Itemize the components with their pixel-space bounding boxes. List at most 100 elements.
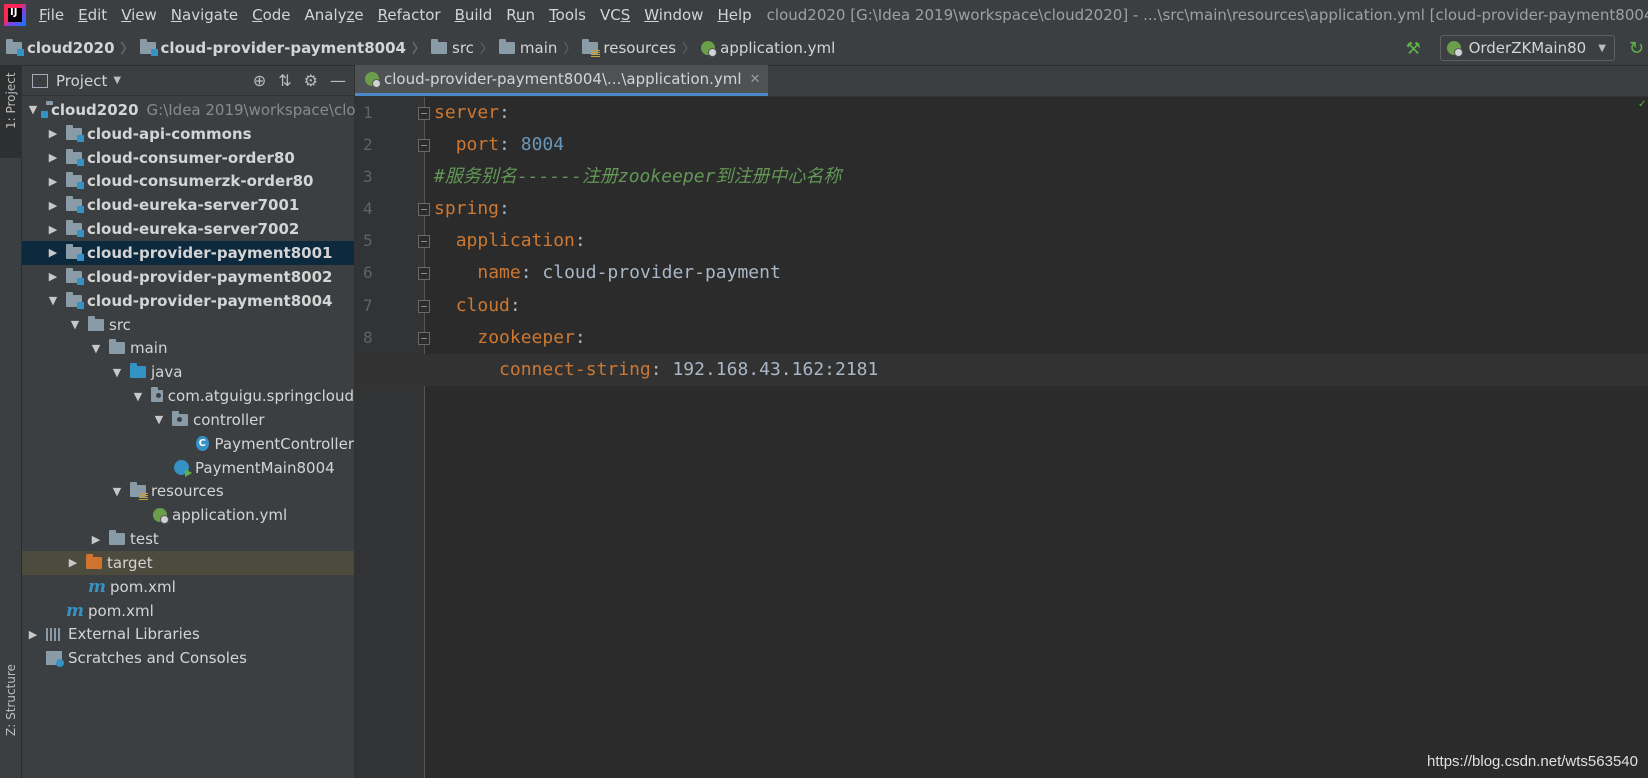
module-folder-icon bbox=[66, 124, 84, 142]
menu-tools[interactable]: Tools bbox=[542, 6, 593, 24]
fold-marker-icon[interactable] bbox=[418, 107, 430, 120]
tool-tab-project[interactable]: 1: Project bbox=[0, 66, 22, 158]
collapsed-arrow-icon[interactable]: ▶ bbox=[46, 127, 60, 140]
expanded-arrow-icon[interactable]: ▼ bbox=[46, 294, 60, 307]
collapsed-arrow-icon[interactable]: ▶ bbox=[46, 151, 60, 164]
collapsed-arrow-icon[interactable]: ▶ bbox=[46, 246, 60, 259]
collapse-all-icon[interactable]: ⇅ bbox=[278, 71, 291, 90]
tree-item-cloud-eureka-server7002[interactable]: ▶ cloud-eureka-server7002 bbox=[22, 217, 354, 241]
maven-icon: m bbox=[66, 600, 84, 621]
breadcrumb: cloud2020 〉 cloud-provider-payment8004 〉 s… bbox=[0, 38, 835, 57]
breadcrumb-item-resources[interactable]: resources 〉 bbox=[576, 38, 695, 57]
run-configuration-dropdown[interactable]: OrderZKMain80 ▼ bbox=[1439, 35, 1615, 61]
collapsed-arrow-icon[interactable]: ▶ bbox=[26, 628, 40, 641]
menu-code[interactable]: Code bbox=[245, 6, 297, 24]
menu-analyze[interactable]: Analyze bbox=[298, 6, 371, 24]
collapsed-arrow-icon[interactable]: ▶ bbox=[46, 175, 60, 188]
tree-item-resources[interactable]: ▼ resources bbox=[22, 480, 354, 504]
expanded-arrow-icon[interactable]: ▼ bbox=[110, 485, 124, 498]
tree-item-package[interactable]: ▼ com.atguigu.springcloud bbox=[22, 384, 354, 408]
project-view-icon bbox=[32, 73, 48, 88]
tree-item-scratches[interactable]: Scratches and Consoles bbox=[22, 646, 354, 670]
tree-item-cloud-api-commons[interactable]: ▶ cloud-api-commons bbox=[22, 122, 354, 146]
tree-item-cloud-eureka-server7001[interactable]: ▶ cloud-eureka-server7001 bbox=[22, 193, 354, 217]
code-line: zookeeper: bbox=[477, 326, 586, 348]
project-view-selector[interactable]: Project bbox=[56, 72, 107, 90]
menu-file[interactable]: File bbox=[32, 6, 71, 24]
expanded-arrow-icon[interactable]: ▼ bbox=[131, 390, 145, 403]
library-icon bbox=[46, 627, 62, 641]
menu-vcs[interactable]: VCS bbox=[593, 6, 637, 24]
tree-item-cloud-provider-payment8001[interactable]: ▶ cloud-provider-payment8001 bbox=[22, 241, 354, 265]
fold-marker-icon[interactable] bbox=[418, 139, 430, 153]
fold-marker-icon[interactable] bbox=[418, 235, 430, 249]
chevron-right-icon: 〉 bbox=[563, 42, 577, 57]
tree-item-external-libraries[interactable]: ▶ External Libraries bbox=[22, 623, 354, 647]
fold-marker-icon[interactable] bbox=[418, 203, 430, 217]
expanded-arrow-icon[interactable]: ▼ bbox=[152, 413, 166, 426]
toolbar-right: ⚒ OrderZKMain80 ▼ ↻ bbox=[1406, 30, 1648, 66]
menu-edit[interactable]: Edit bbox=[71, 6, 114, 24]
menu-help[interactable]: Help bbox=[710, 6, 758, 24]
tree-item-target[interactable]: ▶ target bbox=[22, 551, 354, 575]
expanded-arrow-icon[interactable]: ▼ bbox=[89, 342, 103, 355]
tool-tab-structure[interactable]: Z: Structure bbox=[0, 658, 22, 778]
chevron-right-icon: 〉 bbox=[411, 42, 425, 57]
menu-refactor[interactable]: Refactor bbox=[371, 6, 448, 24]
tree-item-test[interactable]: ▶ test bbox=[22, 527, 354, 551]
tree-item-cloud-provider-payment8002[interactable]: ▶ cloud-provider-payment8002 bbox=[22, 265, 354, 289]
collapsed-arrow-icon[interactable]: ▶ bbox=[46, 270, 60, 283]
collapsed-arrow-icon[interactable]: ▶ bbox=[46, 223, 60, 236]
breadcrumb-item-module[interactable]: cloud-provider-payment8004 〉 bbox=[134, 38, 425, 57]
line-number: 1 bbox=[363, 103, 373, 122]
tree-item-module-pom[interactable]: m pom.xml bbox=[22, 575, 354, 599]
close-icon[interactable]: ✕ bbox=[750, 72, 761, 87]
tree-item-controller[interactable]: ▼ controller bbox=[22, 408, 354, 432]
hide-panel-icon[interactable]: — bbox=[330, 71, 346, 90]
breadcrumb-item-main[interactable]: main 〉 bbox=[493, 38, 577, 57]
breadcrumb-item-project[interactable]: cloud2020 〉 bbox=[0, 38, 134, 57]
run-configuration-label: OrderZKMain80 bbox=[1468, 39, 1587, 57]
tree-item-cloud2020[interactable]: ▼ cloud2020 G:\Idea 2019\workspace\cloud20… bbox=[22, 98, 413, 122]
collapsed-arrow-icon[interactable]: ▶ bbox=[46, 199, 60, 212]
code-editor[interactable]: 1 2 3 4 5 6 7 8 9 server: port: 8004 #服务… bbox=[355, 97, 1648, 778]
module-folder-icon bbox=[66, 148, 84, 166]
tree-item-main[interactable]: ▼ main bbox=[22, 336, 354, 360]
expanded-arrow-icon[interactable]: ▼ bbox=[110, 366, 124, 379]
menu-build[interactable]: Build bbox=[448, 6, 500, 24]
tree-item-cloud-consumerzk-order80[interactable]: ▶ cloud-consumerzk-order80 bbox=[22, 170, 354, 194]
gear-icon[interactable]: ⚙ bbox=[304, 71, 318, 90]
locate-file-icon[interactable]: ⊕ bbox=[253, 71, 266, 90]
inspection-ok-icon[interactable]: ✓ bbox=[1638, 99, 1648, 110]
tree-item-src[interactable]: ▼ src bbox=[22, 313, 354, 337]
tree-item-application-yml[interactable]: application.yml bbox=[22, 503, 354, 527]
collapsed-arrow-icon[interactable]: ▶ bbox=[66, 556, 80, 569]
fold-marker-icon[interactable] bbox=[418, 267, 430, 281]
fold-marker-icon[interactable] bbox=[418, 299, 430, 313]
build-hammer-icon[interactable]: ⚒ bbox=[1406, 39, 1424, 59]
project-tree: ▼ cloud2020 G:\Idea 2019\workspace\cloud20… bbox=[22, 96, 413, 670]
chevron-down-icon[interactable]: ▼ bbox=[113, 75, 121, 86]
expanded-arrow-icon[interactable]: ▼ bbox=[26, 103, 40, 116]
breadcrumb-item-src[interactable]: src 〉 bbox=[425, 38, 493, 57]
code-line: application: bbox=[455, 230, 586, 252]
intellij-logo-icon: IJ bbox=[4, 4, 26, 26]
chevron-down-icon: ▼ bbox=[1598, 42, 1606, 54]
tree-item-java[interactable]: ▼ java bbox=[22, 360, 354, 384]
tree-item-paymentmain8004[interactable]: PaymentMain8004 bbox=[22, 456, 354, 480]
breadcrumb-item-file[interactable]: application.yml bbox=[695, 39, 835, 57]
editor-tab-label: cloud-provider-payment8004\...\applicati… bbox=[384, 70, 742, 88]
menu-window[interactable]: Window bbox=[637, 6, 710, 24]
menu-view[interactable]: View bbox=[114, 6, 164, 24]
tree-item-paymentcontroller[interactable]: C PaymentController bbox=[22, 432, 354, 456]
menu-navigate[interactable]: Navigate bbox=[164, 6, 245, 24]
fold-marker-icon[interactable] bbox=[418, 331, 430, 345]
collapsed-arrow-icon[interactable]: ▶ bbox=[89, 533, 103, 546]
tree-item-root-pom[interactable]: m pom.xml bbox=[22, 599, 354, 623]
editor-tab-application-yml[interactable]: cloud-provider-payment8004\...\applicati… bbox=[355, 65, 769, 96]
tree-item-cloud-provider-payment8004[interactable]: ▼ cloud-provider-payment8004 bbox=[22, 289, 354, 313]
rerun-icon[interactable]: ↻ bbox=[1629, 38, 1644, 59]
expanded-arrow-icon[interactable]: ▼ bbox=[68, 318, 82, 331]
menu-run[interactable]: Run bbox=[499, 6, 542, 24]
tree-item-cloud-consumer-order80[interactable]: ▶ cloud-consumer-order80 bbox=[22, 146, 354, 170]
